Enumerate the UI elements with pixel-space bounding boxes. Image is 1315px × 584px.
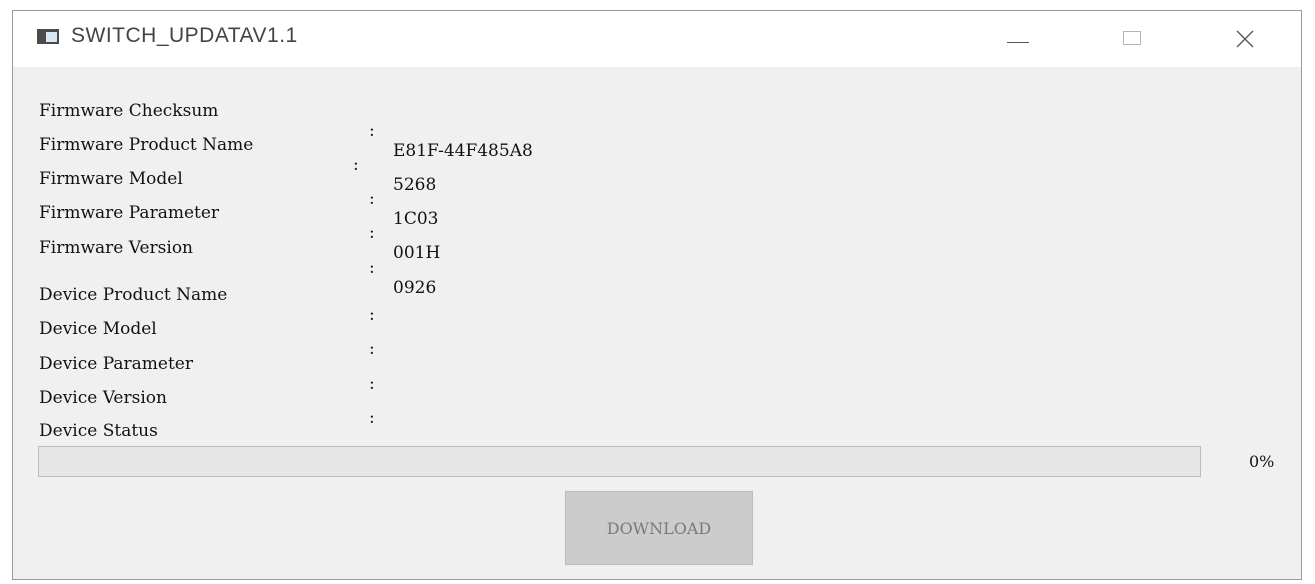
app-window-icon (37, 29, 59, 44)
title-bar[interactable]: SWITCH_UPDATAV1.1 (13, 11, 1301, 67)
minimize-icon[interactable] (999, 19, 1039, 59)
download-progress-bar (38, 446, 1201, 477)
maximize-icon[interactable] (1113, 19, 1153, 59)
info-label: Firmware Version (39, 238, 194, 258)
updater-window: SWITCH_UPDATAV1.1 Firmware Checksum : E8… (12, 10, 1302, 580)
close-icon[interactable] (1225, 19, 1265, 59)
window-title: SWITCH_UPDATAV1.1 (71, 24, 298, 47)
info-label: Device Status (39, 421, 158, 441)
download-button[interactable]: DOWNLOAD (565, 491, 753, 565)
progress-percent: 0% (1249, 452, 1275, 471)
